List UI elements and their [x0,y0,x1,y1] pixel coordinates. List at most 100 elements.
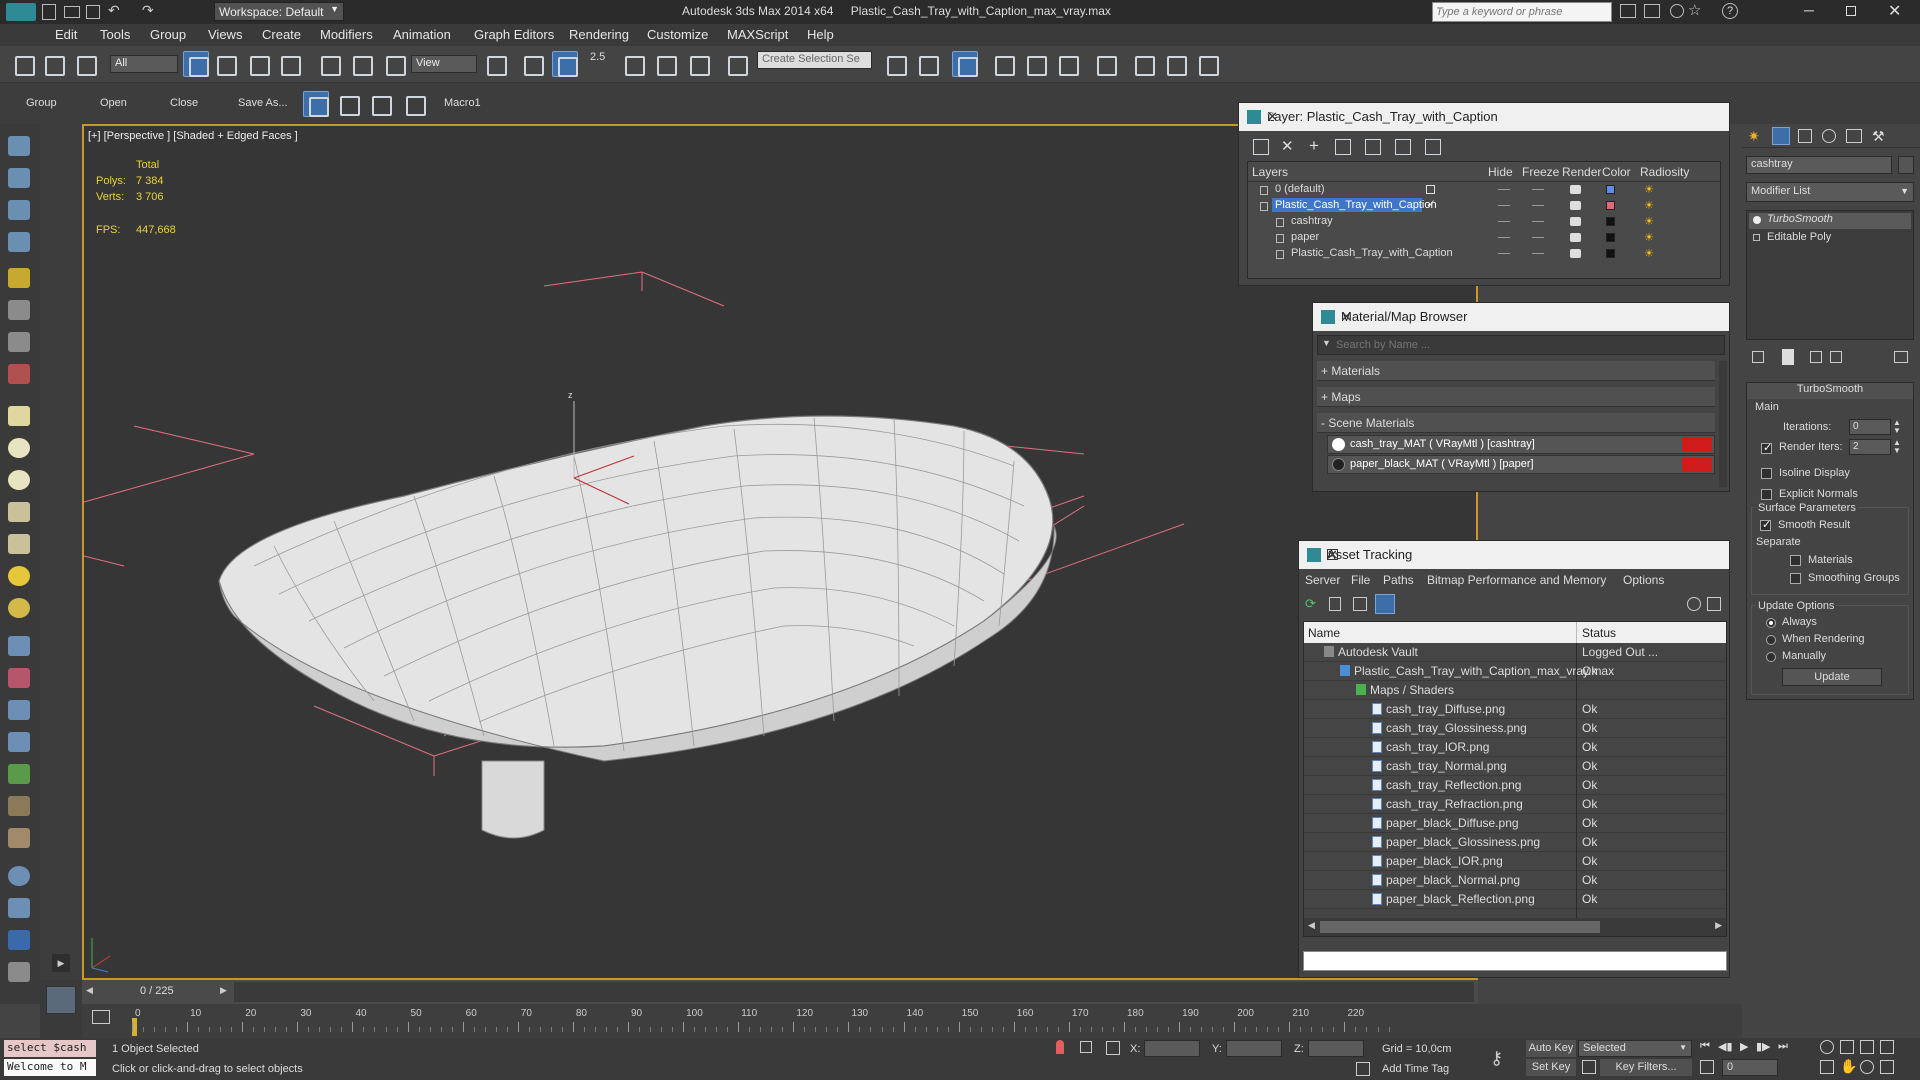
absolute-mode-icon[interactable] [1106,1041,1120,1055]
asset-row[interactable]: cash_tray_Refraction.png Ok [1304,795,1726,814]
undo-icon[interactable]: ↶ [108,2,120,19]
asset-menu-paths[interactable]: Paths [1383,573,1414,587]
material-item[interactable]: cash_tray_MAT ( VRayMtl ) [cashtray] [1327,435,1715,454]
asset-row[interactable]: paper_black_Reflection.png Ok [1304,890,1726,909]
menu-graph-editors[interactable]: Graph Editors [474,27,554,42]
maps-section[interactable]: + Maps [1317,387,1715,407]
hide-toggle[interactable] [1498,221,1510,222]
graphite-toolbar-icon[interactable] [990,51,1016,77]
menu-create[interactable]: Create [262,27,301,42]
current-frame-field[interactable]: 0 [1722,1059,1778,1076]
close-icon[interactable]: ✕ [1341,309,1719,325]
material-search[interactable]: ▼ [1317,335,1725,355]
layer-explorer-icon[interactable] [8,200,30,220]
layer-add-icon[interactable]: + [1309,136,1319,156]
folder-view-icon[interactable] [1353,597,1367,611]
expand-arrow-icon[interactable]: ▶ [52,954,70,972]
binoculars-icon[interactable] [1620,4,1636,18]
hide-toggle[interactable] [1498,189,1510,190]
object-color-swatch[interactable] [1898,156,1914,174]
explicit-normals-checkbox[interactable] [1761,489,1772,500]
freeze-toggle[interactable] [1532,237,1544,238]
x-coord-field[interactable] [1144,1040,1200,1057]
show-end-result-icon[interactable] [1782,349,1794,365]
render-icon[interactable] [303,91,329,117]
auto-key-button[interactable]: Auto Key [1526,1040,1576,1057]
asset-menu-bitmap[interactable]: Bitmap Performance and Memory [1427,573,1606,587]
asset-row[interactable]: cash_tray_Glossiness.png Ok [1304,719,1726,738]
scene-explorer-icon[interactable] [8,168,30,188]
materials-section[interactable]: + Materials [1317,361,1715,381]
sun-icon[interactable] [8,566,30,586]
angle-snap-icon[interactable] [620,51,646,77]
selection-filter-dropdown[interactable]: All [110,55,178,73]
particles-icon[interactable] [8,636,30,656]
hide-toggle[interactable] [1498,205,1510,206]
asset-path-field[interactable] [1303,951,1727,971]
asset-menu-options[interactable]: Options [1623,573,1664,587]
asset-menu-file[interactable]: File [1351,573,1370,587]
asset-row[interactable]: Plastic_Cash_Tray_with_Caption_max_vray.… [1304,662,1726,681]
menu-edit[interactable]: Edit [55,27,77,42]
spinner-arrows-icon[interactable]: ▲ ▼ [1893,419,1901,435]
track-bar[interactable]: 0 10 20 30 40 50 60 70 80 90 100 110 120 130 140 150 160… [82,1004,1742,1038]
motion-tab-icon[interactable] [1822,129,1836,143]
object-name-field[interactable]: cashtray [1746,156,1892,174]
rollout-header[interactable]: TurboSmooth [1747,383,1913,399]
light-icon[interactable] [8,268,30,288]
scene-materials-section[interactable]: - Scene Materials [1317,413,1715,433]
field-of-view-icon[interactable] [1820,1060,1834,1074]
material-scrollbar[interactable] [1719,361,1727,487]
material-sphere-icon[interactable] [8,866,30,886]
freeze-toggle[interactable] [1532,205,1544,206]
render-teapot-icon[interactable] [1570,249,1581,258]
render-iters-checkbox[interactable] [1761,441,1772,454]
move-icon[interactable] [316,51,342,77]
radiosity-icon[interactable]: ☀ [1644,199,1654,212]
when-rendering-radio[interactable] [1766,635,1776,645]
asset-row[interactable]: cash_tray_Reflection.png Ok [1304,776,1726,795]
scene-explorer-icon[interactable] [335,91,361,117]
make-unique-icon[interactable] [1810,351,1822,363]
help-icon[interactable] [1687,597,1701,611]
save-as-button[interactable]: Save As... [238,97,288,109]
layer-name[interactable]: cashtray [1288,214,1336,228]
asset-row[interactable]: paper_black_Glossiness.png Ok [1304,833,1726,852]
search-input[interactable] [1433,3,1603,21]
utilities-tab-icon[interactable]: ⚒ [1872,128,1885,145]
layer-select-icon[interactable] [1335,139,1351,155]
hide-toggle[interactable] [1498,237,1510,238]
col-hide[interactable]: Hide [1488,165,1513,179]
scroll-right-icon[interactable]: ▶ [1715,920,1722,931]
asset-row[interactable]: Maps / Shaders [1304,681,1726,700]
col-name[interactable]: Name [1308,626,1340,640]
minimize-icon[interactable]: ─ [1804,2,1814,18]
schematic-icon[interactable] [8,232,30,252]
cone-icon[interactable] [8,534,30,554]
set-key-mode-icon[interactable]: ⚷ [1490,1048,1503,1069]
render-production-icon[interactable] [1194,51,1220,77]
asset-row[interactable]: cash_tray_Normal.png Ok [1304,757,1726,776]
search-box[interactable] [1432,2,1612,22]
configure-sets-icon[interactable] [1894,351,1908,363]
go-to-start-icon[interactable]: ⏮ [1700,1040,1710,1053]
new-file-icon[interactable] [42,4,56,20]
curve-editor-icon[interactable] [1022,51,1048,77]
layer-row[interactable]: paper ☀ [1248,230,1720,246]
asset-row[interactable]: cash_tray_IOR.png Ok [1304,738,1726,757]
app-logo-icon[interactable] [6,3,36,21]
menu-rendering[interactable]: Rendering [569,27,629,42]
render-setup-icon[interactable] [8,898,30,918]
time-next-icon[interactable]: ▶ [220,985,227,996]
layer-freeze-all-icon[interactable] [1425,139,1441,155]
close-group-button[interactable]: Close [170,97,198,109]
asset-row[interactable]: paper_black_Diffuse.png Ok [1304,814,1726,833]
hair-icon[interactable] [8,796,30,816]
restore-icon[interactable] [1846,6,1856,16]
helper-icon[interactable] [8,332,30,352]
key-selection-dropdown[interactable]: Selected ▼ [1578,1040,1692,1057]
percent-snap-icon[interactable] [652,51,678,77]
macro-button[interactable]: Macro1 [444,97,481,109]
script-icon[interactable] [8,962,30,982]
asset-row[interactable]: paper_black_Normal.png Ok [1304,871,1726,890]
